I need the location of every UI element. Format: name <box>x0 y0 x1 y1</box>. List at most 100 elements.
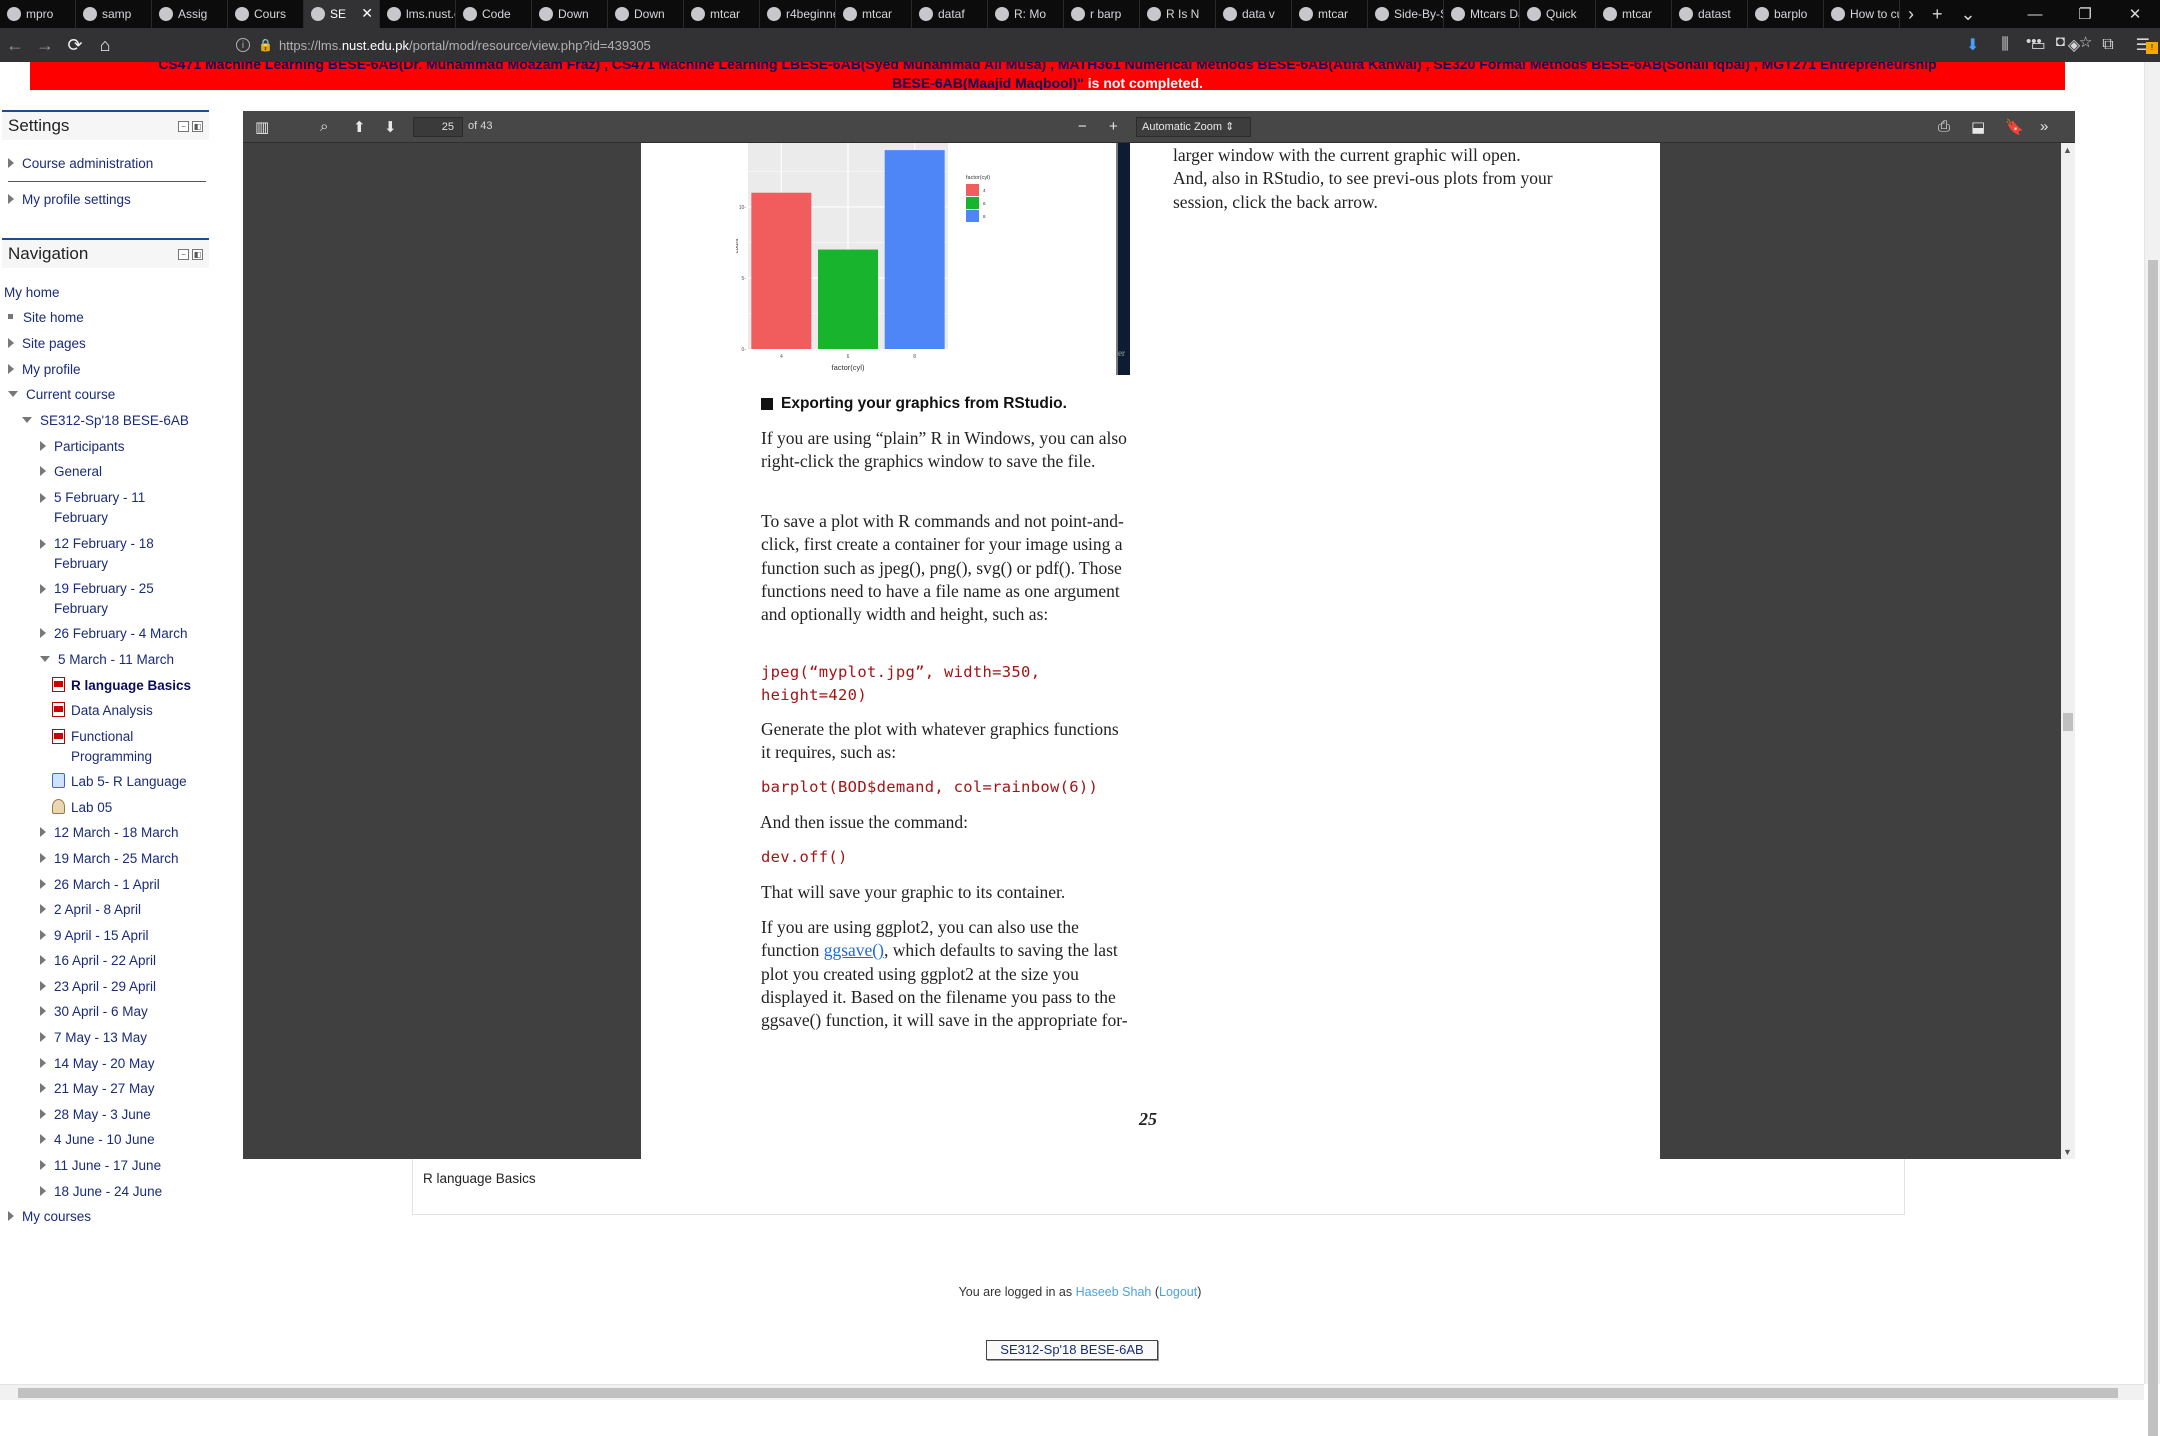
browser-tab[interactable]: r barp <box>1064 0 1140 28</box>
browser-tab[interactable]: dataf <box>912 0 988 28</box>
browser-tab[interactable]: samp <box>76 0 152 28</box>
nav-week[interactable]: 4 June - 10 June <box>40 1130 155 1150</box>
nav-week-expanded[interactable]: 5 March - 11 March <box>40 650 174 670</box>
url-bar[interactable]: i 🔒 https://lms.nust.edu.pk/portal/mod/r… <box>236 33 1856 57</box>
print-icon[interactable]: ⎙ <box>1938 118 1950 135</box>
browser-tab[interactable]: Mtcars Da <box>1444 0 1520 28</box>
browser-tab[interactable]: Quick <box>1520 0 1596 28</box>
nav-resource-r-language-basics[interactable]: R language Basics <box>52 676 191 696</box>
nav-site-pages[interactable]: Site pages <box>8 334 86 354</box>
collapse-icon[interactable]: − <box>178 249 189 260</box>
browser-tab[interactable]: mtcar <box>836 0 912 28</box>
nav-week[interactable]: 26 February - 4 March <box>40 624 188 644</box>
nav-resource-functional-programming[interactable]: Functional Programming <box>52 727 181 767</box>
browser-tab[interactable]: r4beginne <box>760 0 836 28</box>
browser-tab[interactable]: R Is N <box>1140 0 1216 28</box>
forward-arrow-icon[interactable]: → <box>30 35 60 56</box>
settings-course-administration[interactable]: Course administration <box>8 154 153 174</box>
nav-resource-data-analysis[interactable]: Data Analysis <box>52 701 153 721</box>
nav-current-course[interactable]: Current course <box>8 385 115 405</box>
reload-icon[interactable]: ⟳ <box>60 35 90 56</box>
bookmark-icon[interactable]: 🔖 <box>2005 118 2024 136</box>
page-hscroll-thumb[interactable] <box>18 1388 2118 1398</box>
nav-week[interactable]: 21 May - 27 May <box>40 1079 155 1099</box>
tools-icon[interactable]: » <box>2040 118 2048 135</box>
nav-my-courses[interactable]: My courses <box>8 1207 91 1227</box>
nav-week[interactable]: 5 February - 11 February <box>40 488 174 528</box>
next-page-icon[interactable]: ⬇ <box>384 118 397 136</box>
nav-week[interactable]: 12 March - 18 March <box>40 823 179 843</box>
nav-site-home[interactable]: Site home <box>8 308 84 328</box>
browser-tab[interactable]: mtcar <box>1292 0 1368 28</box>
home-icon[interactable]: ⌂ <box>90 35 120 56</box>
nav-resource-lab05[interactable]: Lab 05 <box>52 798 112 818</box>
close-tab-icon[interactable]: ✕ <box>361 5 373 22</box>
page-horizontal-scrollbar[interactable] <box>0 1384 2144 1400</box>
browser-tab[interactable]: R: Mo <box>988 0 1064 28</box>
pdf-scroll-thumb[interactable] <box>2063 713 2073 731</box>
scroll-down-icon[interactable]: ▼ <box>2063 1147 2072 1157</box>
browser-tab[interactable]: Down <box>608 0 684 28</box>
browser-tab[interactable]: mtcar <box>684 0 760 28</box>
browser-tab[interactable]: Assig <box>152 0 228 28</box>
restore-icon[interactable]: ❐ <box>2060 0 2110 28</box>
browser-tab[interactable]: mpro <box>0 0 76 28</box>
browser-tab[interactable]: data v <box>1216 0 1292 28</box>
zoom-out-icon[interactable]: − <box>1078 118 1087 135</box>
nav-week[interactable]: 12 February - 18 February <box>40 534 174 574</box>
nav-participants[interactable]: Participants <box>40 437 125 457</box>
nav-week[interactable]: 11 June - 17 June <box>40 1156 161 1176</box>
scroll-up-icon[interactable]: ▲ <box>2063 145 2072 155</box>
site-info-icon[interactable]: i <box>236 38 250 52</box>
back-arrow-icon[interactable]: ← <box>0 35 30 56</box>
nav-general[interactable]: General <box>40 462 102 482</box>
browser-tab[interactable]: Cours <box>228 0 304 28</box>
tab-scroll-right-icon[interactable]: › <box>1908 4 1914 25</box>
library-icon[interactable]: ⫼ <box>2001 36 2008 54</box>
nav-week[interactable]: 30 April - 6 May <box>40 1002 148 1022</box>
collapse-icon[interactable]: − <box>178 121 189 132</box>
nav-week[interactable]: 9 April - 15 April <box>40 926 149 946</box>
nav-week[interactable]: 16 April - 22 April <box>40 951 156 971</box>
nav-week[interactable]: 2 April - 8 April <box>40 900 141 920</box>
pdf-scrollbar[interactable]: ▲ ▼ <box>2061 143 2075 1159</box>
user-link[interactable]: Haseeb Shah <box>1076 1285 1152 1299</box>
nav-my-profile[interactable]: My profile <box>8 360 81 380</box>
save-icon[interactable]: ⬓ <box>1971 118 1985 136</box>
nav-week[interactable]: 14 May - 20 May <box>40 1054 155 1074</box>
browser-tab[interactable]: barplo <box>1748 0 1824 28</box>
find-icon[interactable]: ⌕ <box>320 118 328 135</box>
download-icon[interactable]: ⬇ <box>1966 35 1979 55</box>
browser-tab[interactable]: datast <box>1672 0 1748 28</box>
nav-week[interactable]: 23 April - 29 April <box>40 977 156 997</box>
settings-my-profile-settings[interactable]: My profile settings <box>8 190 131 210</box>
course-home-button[interactable]: SE312-Sp'18 BESE-6AB <box>986 1340 1158 1360</box>
nav-my-home[interactable]: My home <box>4 283 60 303</box>
previous-page-icon[interactable]: ⬆ <box>353 118 366 136</box>
browser-tab[interactable]: Side-By-S <box>1368 0 1444 28</box>
browser-tab[interactable]: mtcar <box>1596 0 1672 28</box>
nav-week[interactable]: 19 February - 25 February <box>40 579 174 619</box>
browser-tab[interactable]: How to cu <box>1824 0 1900 28</box>
close-window-icon[interactable]: ✕ <box>2110 0 2160 28</box>
browser-tab[interactable]: Code <box>456 0 532 28</box>
nav-week[interactable]: 26 March - 1 April <box>40 875 160 895</box>
sidebar-toggle-icon[interactable]: ▭ <box>2031 35 2046 55</box>
sync-icon[interactable]: ⧉ <box>2102 36 2113 54</box>
nav-week[interactable]: 18 June - 24 June <box>40 1182 162 1202</box>
dock-icon[interactable]: ◧ <box>192 249 203 260</box>
zoom-select[interactable]: Automatic Zoom ⇕ <box>1136 117 1251 137</box>
logout-link[interactable]: Logout <box>1159 1285 1197 1299</box>
extension-icon[interactable]: ◈ <box>2068 35 2080 55</box>
page-vertical-scrollbar[interactable] <box>2144 62 2160 1384</box>
nav-course[interactable]: SE312-Sp'18 BESE-6AB <box>22 411 189 431</box>
nav-week[interactable]: 7 May - 13 May <box>40 1028 147 1048</box>
tab-list-dropdown-icon[interactable]: ⌄ <box>1961 4 1976 25</box>
dock-icon[interactable]: ◧ <box>192 121 203 132</box>
nav-week[interactable]: 28 May - 3 June <box>40 1105 151 1125</box>
browser-tab[interactable]: SE✕ <box>304 0 380 28</box>
nav-resource-lab5[interactable]: Lab 5- R Language <box>52 772 187 792</box>
ggsave-link[interactable]: ggsave() <box>824 940 884 960</box>
new-tab-icon[interactable]: + <box>1932 4 1943 25</box>
browser-tab[interactable]: Down <box>532 0 608 28</box>
